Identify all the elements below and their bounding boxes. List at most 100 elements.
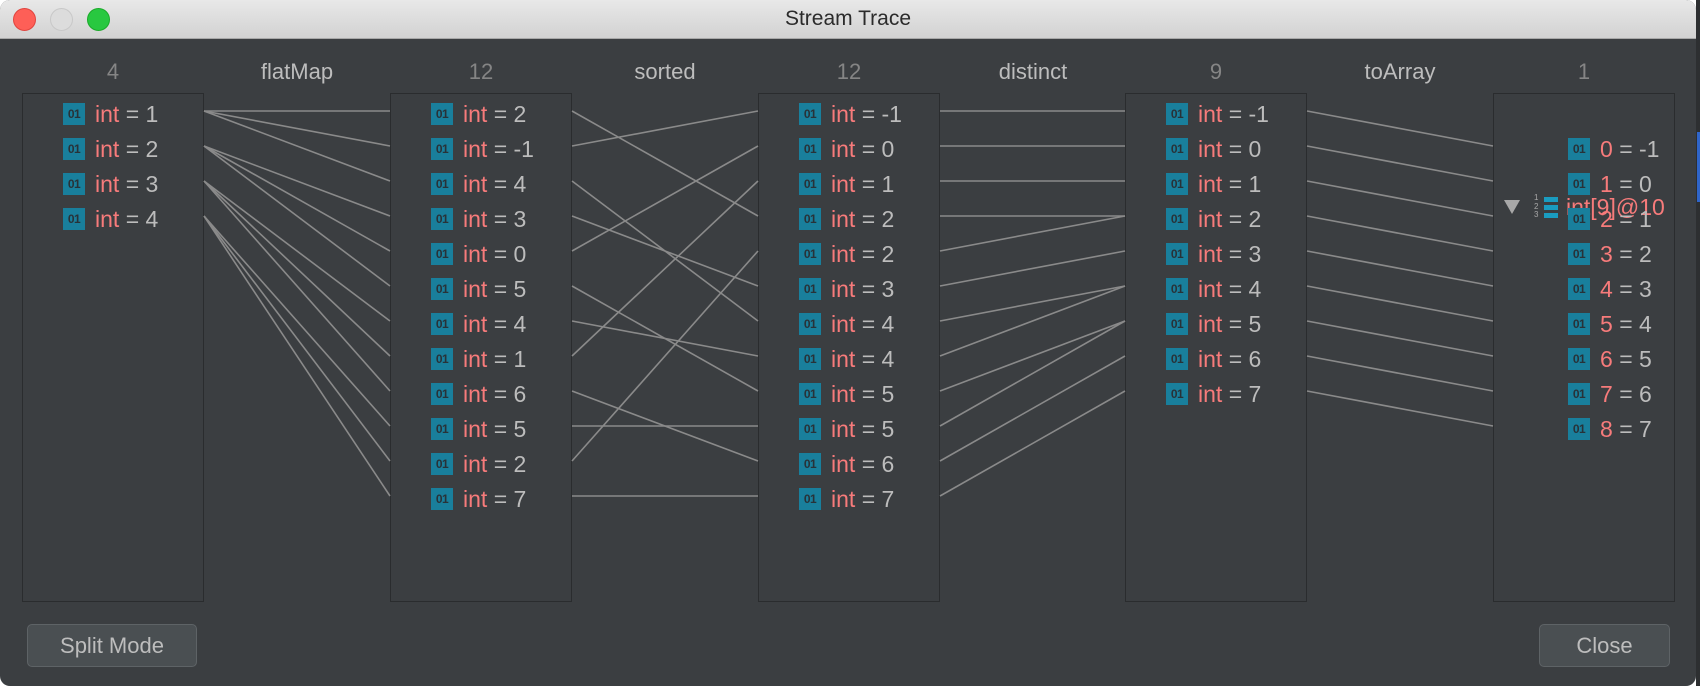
value-type: int	[831, 380, 856, 407]
value-text: 6	[881, 450, 895, 477]
value-item[interactable]: 01 int = -1	[799, 101, 902, 127]
value-text: -1	[881, 100, 902, 127]
value-item[interactable]: 01 int = 6	[431, 381, 526, 407]
value-text: 5	[513, 415, 527, 442]
value-item[interactable]: 01 int = 4	[1166, 276, 1261, 302]
title-bar: Stream Trace	[0, 0, 1696, 39]
value-type: int	[463, 345, 488, 372]
value-item[interactable]: 01 int = 2	[63, 136, 158, 162]
value-item[interactable]: 01 int = 5	[799, 381, 894, 407]
close-button[interactable]: Close	[1539, 624, 1670, 667]
value-item[interactable]: 01 int = 7	[431, 486, 526, 512]
array-element[interactable]: 01 7 = 6	[1568, 381, 1652, 407]
values-panel-after-distinct[interactable]: 01 int = -1 01 int = 0 01 int = 1 01 int = 2 01 i…	[1125, 93, 1307, 602]
values-panel-after-flatmap[interactable]: 01 int = 2 01 int = -1 01 int = 4 01 int = 3 01 i…	[390, 93, 572, 602]
value-item[interactable]: 01 int = 3	[1166, 241, 1261, 267]
values-panel-after-sorted[interactable]: 01 int = -1 01 int = 0 01 int = 1 01 int = 2 01 i…	[758, 93, 940, 602]
link-flatMap	[203, 180, 391, 322]
value-eq: =	[1228, 170, 1243, 197]
link-flatMap	[203, 215, 391, 427]
value-text: 5	[513, 275, 527, 302]
values-panel-source[interactable]: 01 int = 1 01 int = 2 01 int = 3 01 int = 4	[22, 93, 204, 602]
array-element[interactable]: 01 8 = 7	[1568, 416, 1652, 442]
link-toArray	[1306, 285, 1494, 322]
value-type: int	[463, 135, 488, 162]
array-element[interactable]: 01 4 = 3	[1568, 276, 1652, 302]
value-type: int	[1198, 100, 1223, 127]
value-item[interactable]: 01 int = 2	[431, 451, 526, 477]
value-item[interactable]: 01 int = 7	[799, 486, 894, 512]
primitive-01-icon: 01	[63, 208, 85, 230]
array-index: 8	[1600, 415, 1613, 442]
value-item[interactable]: 01 int = 5	[799, 416, 894, 442]
value-type: int	[831, 345, 856, 372]
value-text: 2	[145, 135, 159, 162]
value-eq: =	[861, 100, 876, 127]
values-panel-result[interactable]: 123 int[9]@10 01 0 = -1 01 1 = 0 01 2 = 1 01 3 …	[1493, 93, 1675, 602]
value-item[interactable]: 01 int = 2	[799, 241, 894, 267]
value-eq: =	[1228, 100, 1243, 127]
value-item[interactable]: 01 int = 1	[1166, 171, 1261, 197]
value-type: int	[95, 205, 120, 232]
value-eq: =	[493, 415, 508, 442]
primitive-01-icon: 01	[1568, 208, 1590, 230]
value-item[interactable]: 01 int = 0	[799, 136, 894, 162]
value-item[interactable]: 01 int = 5	[431, 276, 526, 302]
primitive-01-icon: 01	[799, 383, 821, 405]
array-element[interactable]: 01 1 = 0	[1568, 171, 1652, 197]
value-item[interactable]: 01 int = 0	[431, 241, 526, 267]
primitive-01-icon: 01	[1166, 313, 1188, 335]
primitive-01-icon: 01	[1166, 383, 1188, 405]
primitive-01-icon: 01	[1568, 383, 1590, 405]
array-element[interactable]: 01 3 = 2	[1568, 241, 1652, 267]
primitive-01-icon: 01	[63, 103, 85, 125]
primitive-01-icon: 01	[431, 138, 453, 160]
value-item[interactable]: 01 int = 1	[431, 346, 526, 372]
value-eq: =	[493, 135, 508, 162]
value-eq: =	[1619, 380, 1633, 407]
array-element[interactable]: 01 0 = -1	[1568, 136, 1659, 162]
value-item[interactable]: 01 int = -1	[1166, 101, 1269, 127]
value-eq: =	[861, 345, 876, 372]
link-flatMap	[203, 215, 391, 497]
value-item[interactable]: 01 int = 5	[1166, 311, 1261, 337]
triangle-down-icon[interactable]	[1504, 200, 1520, 214]
link-sorted	[571, 145, 759, 252]
primitive-01-icon: 01	[1568, 313, 1590, 335]
value-item[interactable]: 01 int = 2	[1166, 206, 1261, 232]
array-element[interactable]: 01 5 = 4	[1568, 311, 1652, 337]
value-item[interactable]: 01 int = 6	[1166, 346, 1261, 372]
value-item[interactable]: 01 int = 3	[799, 276, 894, 302]
link-toArray	[1306, 250, 1494, 287]
value-item[interactable]: 01 int = 4	[431, 311, 526, 337]
value-item[interactable]: 01 int = 5	[431, 416, 526, 442]
value-eq: =	[861, 135, 876, 162]
value-type: int	[831, 310, 856, 337]
value-text: 4	[513, 170, 527, 197]
value-item[interactable]: 01 int = 4	[63, 206, 158, 232]
value-item[interactable]: 01 int = 7	[1166, 381, 1261, 407]
value-item[interactable]: 01 int = 2	[799, 206, 894, 232]
value-eq: =	[861, 275, 876, 302]
value-item[interactable]: 01 int = 6	[799, 451, 894, 477]
split-mode-button[interactable]: Split Mode	[27, 624, 197, 667]
value-item[interactable]: 01 int = 3	[63, 171, 158, 197]
array-value: 0	[1639, 170, 1652, 197]
value-item[interactable]: 01 int = -1	[431, 136, 534, 162]
value-item[interactable]: 01 int = 1	[63, 101, 158, 127]
link-distinct	[939, 320, 1126, 392]
link-distinct	[939, 285, 1126, 357]
link-toArray	[1306, 215, 1494, 252]
window-title: Stream Trace	[784, 7, 912, 30]
value-item[interactable]: 01 int = 4	[431, 171, 526, 197]
value-item[interactable]: 01 int = 4	[799, 311, 894, 337]
value-item[interactable]: 01 int = 4	[799, 346, 894, 372]
value-item[interactable]: 01 int = 1	[799, 171, 894, 197]
value-eq: =	[493, 485, 508, 512]
value-type: int	[831, 170, 856, 197]
value-item[interactable]: 01 int = 0	[1166, 136, 1261, 162]
value-item[interactable]: 01 int = 3	[431, 206, 526, 232]
value-item[interactable]: 01 int = 2	[431, 101, 526, 127]
array-element[interactable]: 01 6 = 5	[1568, 346, 1652, 372]
array-element[interactable]: 01 2 = 1	[1568, 206, 1652, 232]
